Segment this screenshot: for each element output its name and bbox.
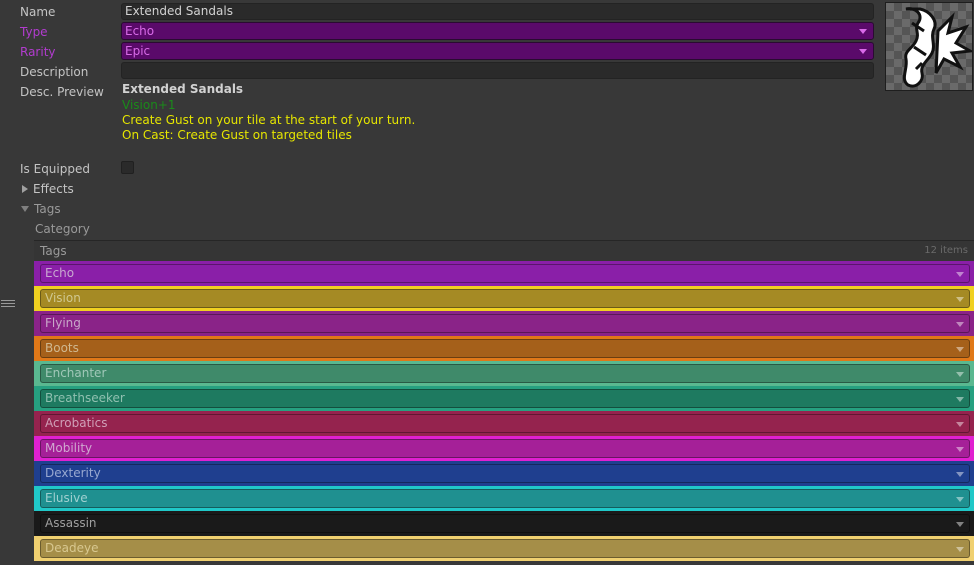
chevron-down-icon bbox=[956, 497, 964, 502]
chevron-down-icon bbox=[859, 49, 867, 54]
chevron-down-icon bbox=[956, 422, 964, 427]
tags-list-title: Tags bbox=[40, 244, 67, 258]
tag-row[interactable]: Breathseeker bbox=[34, 386, 974, 411]
tag-dropdown[interactable]: Enchanter bbox=[40, 364, 970, 383]
name-field[interactable]: Extended Sandals bbox=[121, 3, 874, 20]
chevron-down-icon bbox=[956, 397, 964, 402]
effects-label: Effects bbox=[33, 182, 74, 196]
tag-dropdown[interactable]: Dexterity bbox=[40, 464, 970, 483]
tag-row[interactable]: Acrobatics bbox=[34, 411, 974, 436]
chevron-down-icon bbox=[956, 297, 964, 302]
tag-row[interactable]: Dexterity bbox=[34, 461, 974, 486]
tag-row[interactable]: Enchanter bbox=[34, 361, 974, 386]
tag-row[interactable]: Assassin bbox=[34, 511, 974, 536]
tag-dropdown[interactable]: Breathseeker bbox=[40, 389, 970, 408]
chevron-down-icon bbox=[956, 347, 964, 352]
tag-label: Assassin bbox=[45, 516, 97, 530]
chevron-down-icon bbox=[956, 322, 964, 327]
tag-row[interactable]: Deadeye bbox=[34, 536, 974, 561]
tag-dropdown[interactable]: Mobility bbox=[40, 439, 970, 458]
tag-label: Deadeye bbox=[45, 541, 99, 555]
tag-row[interactable]: Boots bbox=[34, 336, 974, 361]
tag-label: Echo bbox=[45, 266, 75, 280]
is-equipped-label: Is Equipped bbox=[20, 162, 90, 176]
preview-title: Extended Sandals bbox=[122, 82, 244, 96]
type-dropdown[interactable]: Echo bbox=[121, 22, 874, 40]
rarity-dropdown[interactable]: Epic bbox=[121, 42, 874, 60]
tag-label: Vision bbox=[45, 291, 81, 305]
drag-handle-icon[interactable] bbox=[1, 300, 15, 309]
tag-row[interactable]: Flying bbox=[34, 311, 974, 336]
chevron-down-icon bbox=[956, 372, 964, 377]
chevron-down-icon bbox=[859, 29, 867, 34]
category-field-label: Category bbox=[35, 222, 90, 236]
preview-line: Vision+1 bbox=[122, 98, 176, 112]
chevron-down-icon bbox=[956, 447, 964, 452]
chevron-down-icon bbox=[956, 547, 964, 552]
type-dropdown-value: Echo bbox=[125, 24, 155, 38]
tag-dropdown[interactable]: Elusive bbox=[40, 489, 970, 508]
tag-label: Flying bbox=[45, 316, 81, 330]
tags-foldout[interactable]: Tags bbox=[21, 201, 61, 217]
description-field[interactable] bbox=[121, 62, 874, 79]
type-label: Type bbox=[20, 25, 48, 39]
tag-dropdown[interactable]: Acrobatics bbox=[40, 414, 970, 433]
tag-label: Acrobatics bbox=[45, 416, 108, 430]
preview-line: On Cast: Create Gust on targeted tiles bbox=[122, 128, 352, 142]
tag-row[interactable]: Elusive bbox=[34, 486, 974, 511]
rarity-dropdown-value: Epic bbox=[125, 44, 151, 58]
tag-row[interactable]: Echo bbox=[34, 261, 974, 286]
tag-label: Enchanter bbox=[45, 366, 107, 380]
chevron-down-icon bbox=[956, 472, 964, 477]
effects-foldout[interactable]: Effects bbox=[22, 181, 74, 197]
tag-label: Boots bbox=[45, 341, 79, 355]
tag-label: Breathseeker bbox=[45, 391, 125, 405]
item-icon-preview[interactable] bbox=[885, 2, 973, 91]
chevron-down-icon bbox=[21, 206, 29, 212]
tag-dropdown[interactable]: Echo bbox=[40, 264, 970, 283]
tag-row[interactable]: Mobility bbox=[34, 436, 974, 461]
tag-dropdown[interactable]: Deadeye bbox=[40, 539, 970, 558]
tag-row[interactable]: Vision bbox=[34, 286, 974, 311]
tag-dropdown[interactable]: Assassin bbox=[40, 514, 970, 533]
rarity-label: Rarity bbox=[20, 45, 56, 59]
tag-dropdown[interactable]: Flying bbox=[40, 314, 970, 333]
chevron-down-icon bbox=[956, 272, 964, 277]
name-label: Name bbox=[20, 5, 56, 19]
description-label: Description bbox=[20, 65, 89, 79]
chevron-right-icon bbox=[22, 185, 28, 193]
sandals-icon bbox=[886, 3, 972, 90]
tag-label: Elusive bbox=[45, 491, 88, 505]
chevron-down-icon bbox=[956, 522, 964, 527]
tag-dropdown[interactable]: Vision bbox=[40, 289, 970, 308]
tags-list-header: Tags 12 items bbox=[34, 240, 974, 261]
preview-line: Create Gust on your tile at the start of… bbox=[122, 113, 416, 127]
tags-count: 12 items bbox=[924, 245, 968, 256]
tag-label: Mobility bbox=[45, 441, 93, 455]
desc-preview-label: Desc. Preview bbox=[20, 85, 104, 99]
tags-foldout-label: Tags bbox=[34, 202, 61, 216]
tag-dropdown[interactable]: Boots bbox=[40, 339, 970, 358]
is-equipped-checkbox[interactable] bbox=[121, 161, 134, 174]
tag-label: Dexterity bbox=[45, 466, 101, 480]
